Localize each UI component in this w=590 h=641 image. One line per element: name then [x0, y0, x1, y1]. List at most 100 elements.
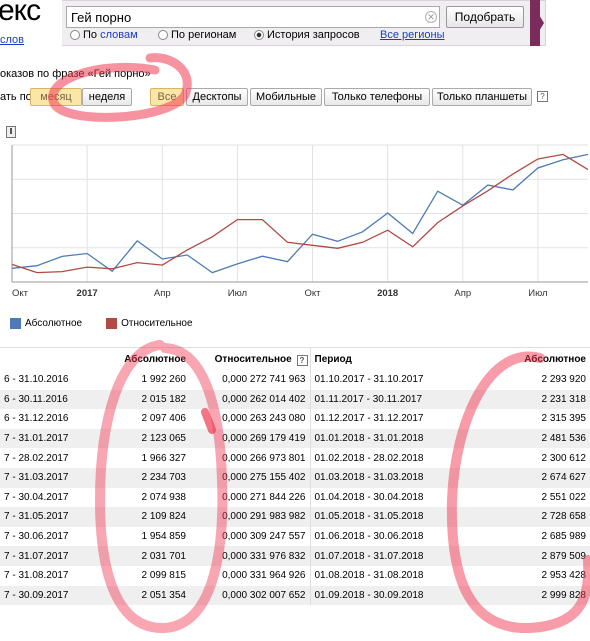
- radio-icon: [158, 30, 168, 40]
- mode-by-regions[interactable]: По регионам: [158, 29, 236, 41]
- mode-label: История запросов: [267, 29, 360, 41]
- table-row: 7 - 31.07.2017 2 031 701 0,000 331 976 832…: [0, 546, 590, 566]
- cell-absolute: 2 953 428: [541, 570, 587, 582]
- cell-relative: 0,000 331 964 926: [222, 570, 306, 582]
- cell-period: 7 - 30.04.2017: [4, 491, 69, 503]
- cell-relative: 0,000 263 243 080: [222, 413, 306, 425]
- cell-period: 6 - 30.11.2016: [0, 389, 100, 410]
- x-tick-label: Окт: [305, 288, 322, 299]
- cell-absolute: 2 481 536: [440, 428, 590, 449]
- cell-period: 7 - 30.09.2017: [0, 585, 100, 606]
- filter-week-button[interactable]: неделя: [82, 88, 132, 106]
- submit-button[interactable]: Подобрать: [446, 6, 524, 28]
- filter-row: ать по: месяц неделя Все Десктопы Мобиль…: [0, 88, 590, 108]
- col-relative-left: Относительное ?: [190, 348, 310, 370]
- col-period-right: Период: [309, 348, 440, 370]
- cell-absolute: 2 315 395: [541, 413, 587, 425]
- filter-all-button[interactable]: Все: [150, 88, 184, 106]
- cell-absolute: 2 300 612: [541, 452, 587, 464]
- table-row: 7 - 31.08.2017 2 099 815 0,000 331 964 926…: [0, 565, 590, 586]
- cell-absolute: 2 123 065: [100, 428, 190, 449]
- cell-absolute: 2 231 318: [440, 389, 590, 410]
- mode-label: словам: [100, 29, 138, 41]
- col-period-left: [0, 348, 100, 370]
- cell-absolute: 2 879 509: [440, 546, 590, 566]
- cell-period: 7 - 28.02.2017: [4, 452, 69, 464]
- radio-selected-icon: [254, 30, 264, 40]
- table-row: 7 - 30.06.2017 1 954 859 0,000 309 247 557…: [0, 526, 590, 547]
- page-title: оказов по фразе «Гей порно»: [0, 68, 151, 80]
- table-row: 7 - 31.05.2017 2 109 824 0,000 291 983 982…: [0, 507, 590, 527]
- cell-relative: 0,000 262 014 402: [190, 389, 310, 410]
- logo-sub-link[interactable]: слов: [0, 34, 24, 46]
- legend-swatch-relative: [106, 318, 118, 329]
- mode-label: По регионам: [171, 29, 237, 41]
- search-input[interactable]: [66, 6, 440, 28]
- cell-absolute: 2 074 938: [141, 491, 187, 503]
- cell-relative: 0,000 272 741 963: [222, 374, 306, 386]
- cell-absolute: 2 685 989: [541, 531, 587, 543]
- x-tick-label: Апр: [454, 288, 471, 299]
- drag-handle-icon[interactable]: ‖: [6, 126, 16, 138]
- cell-period: 01.07.2018 - 31.07.2018: [309, 546, 440, 566]
- cell-period: 01.04.2018 - 30.04.2018: [309, 487, 440, 508]
- cell-absolute: 2 551 022: [541, 491, 587, 503]
- cell-period: 01.02.2018 - 28.02.2018: [309, 448, 440, 468]
- cell-period: 7 - 31.05.2017: [0, 507, 100, 527]
- filter-month-button[interactable]: месяц: [30, 88, 82, 106]
- cell-absolute: 1 954 859: [141, 531, 187, 543]
- cell-relative: 0,000 309 247 557: [222, 531, 306, 543]
- legend-label-absolute: Абсолютное: [25, 318, 83, 329]
- cell-period: 01.05.2018 - 31.05.2018: [309, 507, 440, 527]
- table-row: 6 - 31.12.2016 2 097 406 0,000 263 243 080…: [0, 409, 590, 429]
- table-row: 6 - 30.11.2016 2 015 182 0,000 262 014 402…: [0, 389, 590, 410]
- cell-period: 01.11.2017 - 30.11.2017: [309, 389, 440, 410]
- help-icon[interactable]: ?: [537, 91, 548, 102]
- table-row: 7 - 28.02.2017 1 966 327 0,000 266 973 801…: [0, 448, 590, 468]
- cell-relative: 0,000 266 973 801: [222, 452, 306, 464]
- cell-absolute: 2 234 703: [100, 467, 190, 488]
- mode-history[interactable]: История запросов: [254, 29, 360, 41]
- cell-period: 01.03.2018 - 31.03.2018: [309, 467, 440, 488]
- x-tick-label: 2017: [77, 288, 98, 299]
- x-tick-label: Июл: [528, 288, 547, 299]
- help-icon[interactable]: ?: [296, 354, 308, 366]
- history-chart: Окт 2017 Апр Июл Окт 2018 Апр Июл: [0, 140, 590, 340]
- cell-relative: 0,000 302 007 652: [190, 585, 310, 606]
- chart-legend: Абсолютное Относительное: [10, 318, 193, 329]
- mode-label-prefix: По: [83, 29, 101, 41]
- cell-period: 6 - 31.10.2016: [4, 374, 69, 386]
- cell-relative: 0,000 331 976 832: [190, 546, 310, 566]
- legend-label-relative: Относительное: [121, 318, 193, 329]
- cell-absolute: 2 097 406: [141, 413, 187, 425]
- filter-mobile-button[interactable]: Мобильные: [250, 88, 322, 106]
- filter-tablets-button[interactable]: Только планшеты: [432, 88, 532, 106]
- legend-swatch-absolute: [10, 318, 21, 329]
- cell-absolute: 1 966 327: [141, 452, 187, 464]
- cell-absolute: 2 031 701: [100, 546, 190, 566]
- col-absolute-right: Абсолютное: [524, 353, 586, 365]
- cell-period: 6 - 31.12.2016: [4, 413, 69, 425]
- cell-absolute: 1 992 260: [141, 374, 187, 386]
- cell-relative: 0,000 269 179 419: [190, 428, 310, 449]
- clear-icon[interactable]: ✕: [425, 11, 437, 23]
- mode-by-words[interactable]: По словам: [70, 29, 138, 41]
- cell-period: 01.10.2017 - 31.10.2017: [309, 370, 440, 390]
- cell-relative: 0,000 275 155 402: [190, 467, 310, 488]
- logo[interactable]: екс: [0, 0, 41, 28]
- history-table: Абсолютное Относительное ? Период Абсолю…: [0, 347, 590, 641]
- cell-absolute: 2 293 920: [541, 374, 587, 386]
- all-regions-link[interactable]: Все регионы: [380, 29, 445, 41]
- cell-period: 7 - 30.06.2017: [4, 531, 69, 543]
- cell-absolute: 2 999 828: [440, 585, 590, 606]
- cell-relative: 0,000 271 844 226: [222, 491, 306, 503]
- filter-phones-button[interactable]: Только телефоны: [324, 88, 430, 106]
- table-row: 6 - 31.10.2016 1 992 260 0,000 272 741 963…: [0, 370, 590, 390]
- cell-period: 7 - 31.08.2017: [4, 570, 69, 582]
- cell-absolute: 2 099 815: [141, 570, 187, 582]
- cell-absolute: 2 051 354: [100, 585, 190, 606]
- table-row: 7 - 31.03.2017 2 234 703 0,000 275 155 402…: [0, 467, 590, 488]
- table-row: 7 - 30.04.2017 2 074 938 0,000 271 844 226…: [0, 487, 590, 508]
- x-tick-label: Апр: [154, 288, 171, 299]
- filter-desktops-button[interactable]: Десктопы: [186, 88, 248, 106]
